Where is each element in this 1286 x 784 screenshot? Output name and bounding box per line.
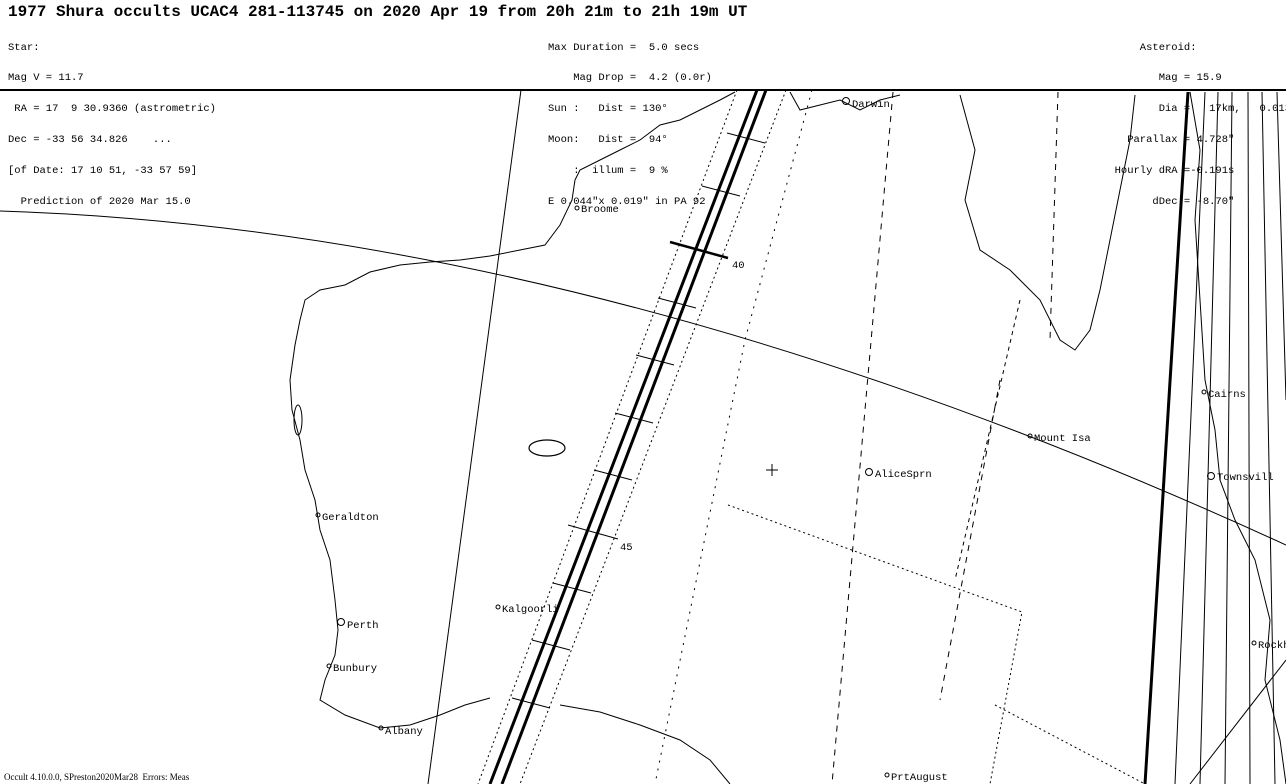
city-label: Rockh: [1258, 640, 1286, 652]
city-label: Broome: [581, 204, 619, 216]
time-label: 45: [620, 542, 633, 554]
city-label: Geraldton: [322, 512, 379, 524]
city-label: Darwin: [852, 99, 890, 111]
city-label: Townsvill: [1217, 472, 1274, 484]
city-label: Bunbury: [333, 663, 377, 675]
city-label: PrtAugust: [891, 772, 948, 784]
city-label: Albany: [385, 726, 423, 738]
city-label: Perth: [347, 620, 379, 632]
city-label: Mount Isa: [1034, 433, 1091, 445]
graticule: [0, 89, 1286, 784]
city-label: Cairns: [1208, 389, 1246, 401]
footer-credit: Occult 4.10.0.0, SPreston2020Mar28 Error…: [4, 772, 190, 782]
cities: Darwin Broome Cairns Mount Isa AliceSprn…: [315, 97, 1286, 784]
occultation-map: 40 45 Darwin Broome Cairns Mount Isa Ali…: [0, 89, 1286, 784]
city-label: Kalgoorli: [502, 604, 559, 616]
error-ellipse: [528, 439, 566, 457]
occultation-path: [477, 89, 813, 784]
city-label: AliceSprn: [875, 469, 932, 481]
star-position-cross: [766, 464, 778, 476]
time-label: 40: [732, 260, 745, 272]
coastline: [289, 91, 1286, 784]
